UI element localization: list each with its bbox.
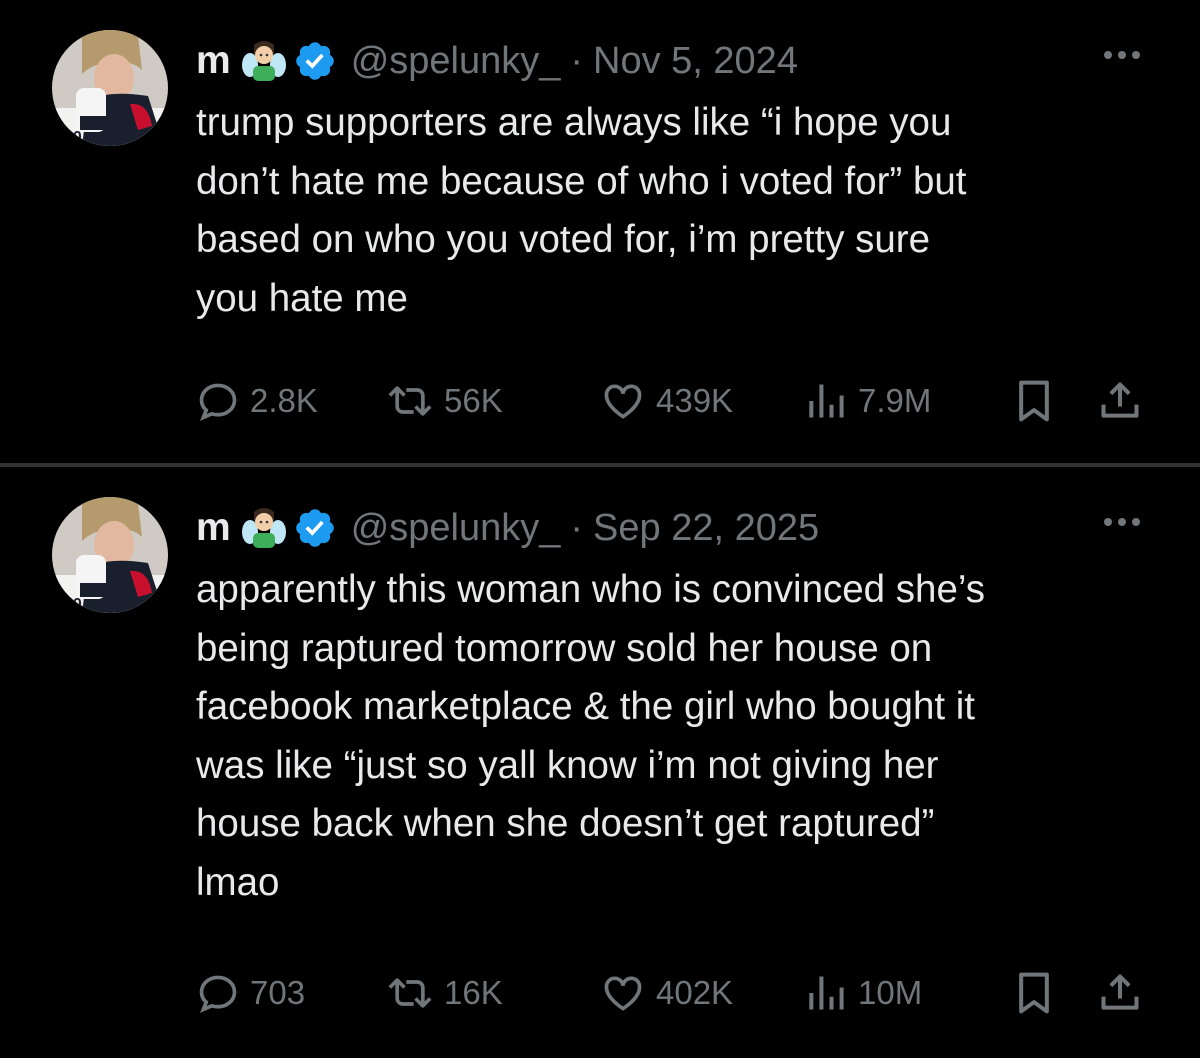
display-name[interactable]: m — [196, 39, 231, 83]
tweet[interactable]: 20 m @spelunky_ · Nov 5, 2024 trump supp… — [0, 0, 1200, 463]
jersey-number: 20 — [64, 596, 82, 613]
reply-button[interactable]: 703 — [196, 970, 305, 1016]
bookmark-icon — [1019, 380, 1049, 422]
reply-count: 703 — [250, 974, 306, 1011]
share-button[interactable] — [1098, 970, 1142, 1016]
fairy-emoji-icon — [241, 39, 287, 83]
separator-dot: · — [570, 506, 584, 549]
views-count: 7.9M — [858, 382, 932, 419]
views-button[interactable]: 10M — [804, 970, 922, 1016]
views-icon — [809, 384, 844, 418]
avatar[interactable]: 20 — [52, 30, 168, 146]
reply-button[interactable]: 2.8K — [196, 378, 318, 424]
like-button[interactable]: 439K — [600, 378, 733, 424]
more-options-icon[interactable] — [1100, 507, 1144, 537]
tweet-text: apparently this woman who is convinced s… — [196, 568, 985, 904]
like-count: 402K — [656, 974, 734, 1011]
repost-count: 56K — [444, 382, 503, 419]
reply-count: 2.8K — [250, 382, 318, 419]
share-icon — [1101, 382, 1139, 418]
reply-icon — [199, 383, 237, 421]
action-bar: 2.8K 56K 439K 7.9M — [196, 378, 1156, 424]
more-options-icon[interactable] — [1100, 40, 1144, 70]
display-name[interactable]: m — [196, 506, 231, 550]
repost-button[interactable]: 16K — [386, 970, 503, 1016]
handle[interactable]: @spelunky_ — [351, 507, 561, 550]
views-button[interactable]: 7.9M — [804, 378, 931, 424]
like-button[interactable]: 402K — [600, 970, 733, 1016]
repost-icon — [388, 386, 432, 416]
heart-icon — [604, 976, 642, 1011]
handle[interactable]: @spelunky_ — [351, 40, 561, 83]
separator-dot: · — [570, 39, 584, 82]
heart-icon — [604, 384, 642, 419]
share-icon — [1101, 974, 1139, 1010]
share-button[interactable] — [1098, 378, 1142, 424]
views-count: 10M — [858, 974, 923, 1011]
tweet-header: m @spelunky_ · Sep 22, 2025 — [196, 505, 819, 551]
verified-badge-icon — [293, 506, 337, 550]
reply-icon — [199, 975, 237, 1013]
repost-icon — [388, 978, 432, 1008]
timestamp[interactable]: Nov 5, 2024 — [593, 40, 798, 83]
repost-button[interactable]: 56K — [386, 378, 503, 424]
fairy-emoji-icon — [241, 506, 287, 550]
jersey-number: 20 — [64, 129, 82, 146]
tweet[interactable]: 20 m @spelunky_ · Sep 22, 2025 apparentl… — [0, 467, 1200, 1058]
repost-count: 16K — [444, 974, 503, 1011]
tweet-header: m @spelunky_ · Nov 5, 2024 — [196, 38, 798, 84]
views-icon — [809, 976, 844, 1010]
avatar[interactable]: 20 — [52, 497, 168, 613]
timestamp[interactable]: Sep 22, 2025 — [593, 507, 819, 550]
like-count: 439K — [656, 382, 734, 419]
bookmark-button[interactable] — [1014, 378, 1054, 424]
tweet-text: trump supporters are always like “i hope… — [196, 101, 967, 320]
verified-badge-icon — [293, 39, 337, 83]
action-bar: 703 16K 402K 10M — [196, 970, 1156, 1016]
bookmark-button[interactable] — [1014, 970, 1054, 1016]
bookmark-icon — [1019, 972, 1049, 1014]
